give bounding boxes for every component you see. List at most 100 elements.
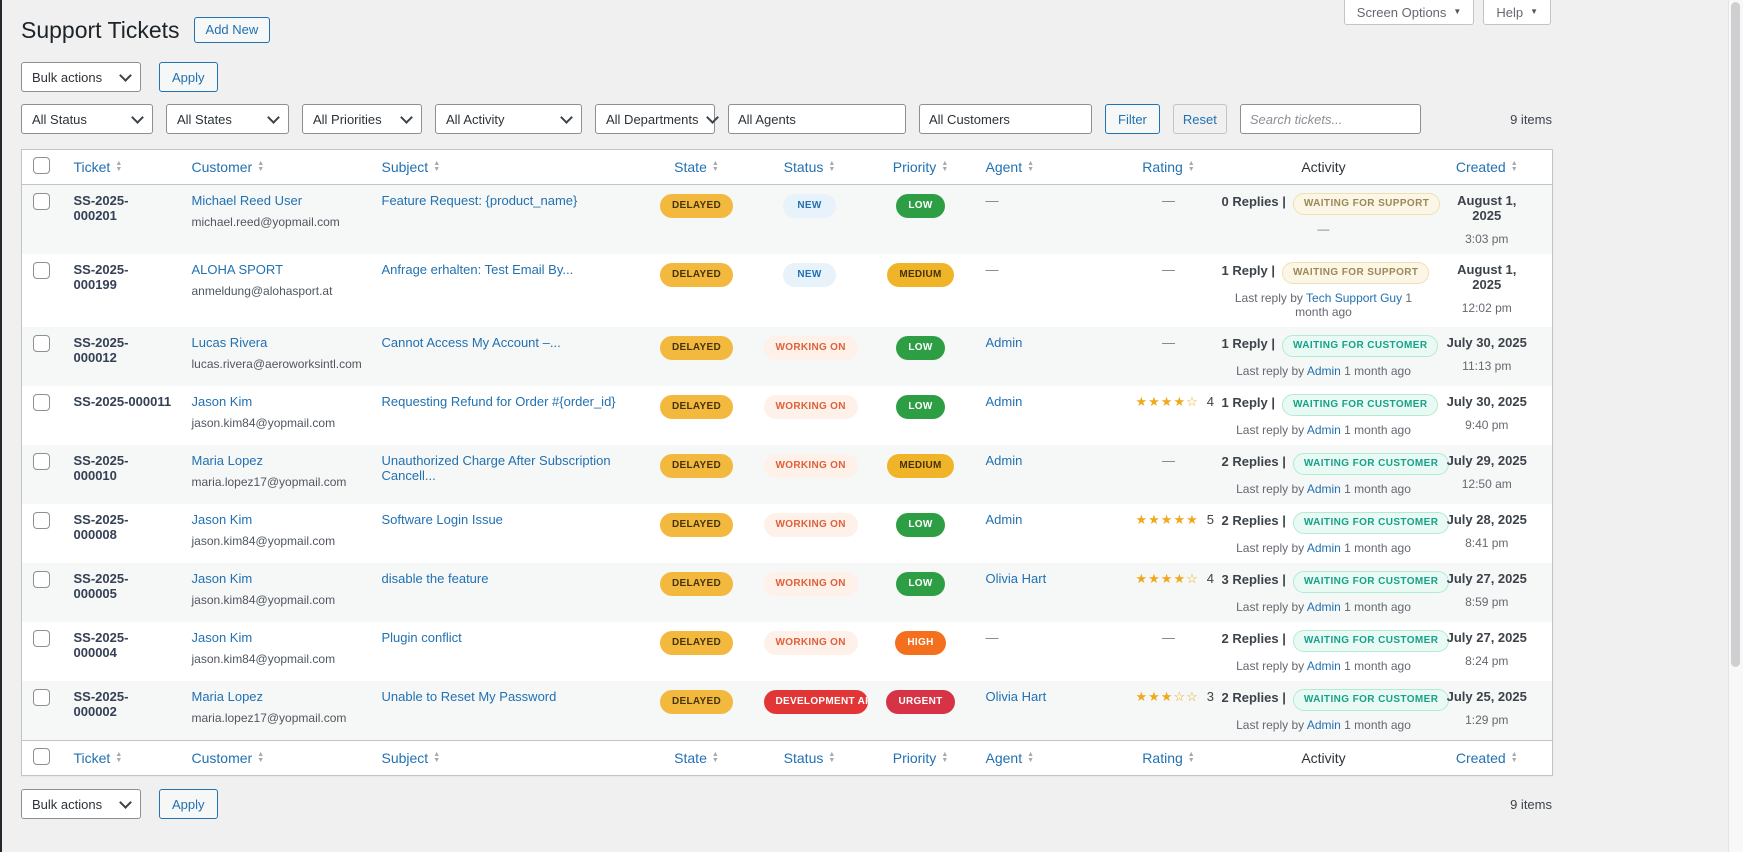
states-filter-select[interactable]: All States [166, 104, 289, 134]
ticket-id-link[interactable]: SS-2025-000005 [74, 571, 129, 601]
column-header-label-status[interactable]: Status ▲ ▼ [784, 750, 836, 766]
customer-name-link[interactable]: Maria Lopez [192, 689, 264, 704]
activity-filter-select[interactable]: All Activity [435, 104, 582, 134]
reset-button[interactable]: Reset [1172, 104, 1227, 134]
filter-button[interactable]: Filter [1105, 104, 1160, 134]
ticket-cell: SS-2025-000012 [64, 327, 182, 386]
agent-link[interactable]: Olivia Hart [986, 689, 1047, 704]
ticket-row: SS-2025-000004 Jason Kim jason.kim84@yopma… [21, 622, 1553, 681]
column-header-label-rating[interactable]: Rating ▲ ▼ [1142, 159, 1194, 175]
ticket-id-link[interactable]: SS-2025-000012 [74, 335, 129, 365]
column-header-label-state[interactable]: State ▲ ▼ [674, 159, 719, 175]
column-header-label-ticket[interactable]: Ticket ▲ ▼ [74, 159, 123, 175]
customer-name-link[interactable]: Maria Lopez [192, 453, 264, 468]
customer-name-link[interactable]: Jason Kim [192, 512, 253, 527]
select-all-checkbox[interactable] [33, 157, 50, 174]
priorities-filter-select[interactable]: All Priorities [302, 104, 422, 134]
row-checkbox[interactable] [33, 689, 50, 706]
add-new-button[interactable]: Add New [193, 16, 271, 44]
ticket-id-link[interactable]: SS-2025-000008 [74, 512, 129, 542]
chevron-down-icon [119, 68, 132, 82]
column-header-label-state[interactable]: State ▲ ▼ [674, 750, 719, 766]
column-header-label-subject[interactable]: Subject ▲ ▼ [382, 750, 441, 766]
bulk-actions-select-bottom[interactable]: Bulk actions [21, 789, 141, 819]
subject-link[interactable]: Feature Request: {product_name} [382, 193, 578, 208]
subject-link[interactable]: Unable to Reset My Password [382, 689, 557, 704]
customer-name-link[interactable]: Lucas Rivera [192, 335, 268, 350]
agent-link[interactable]: Admin [986, 394, 1023, 409]
star-rating-icon: ★★★★☆ [1135, 394, 1199, 409]
ticket-id-link[interactable]: SS-2025-000011 [74, 394, 172, 409]
ticket-id-link[interactable]: SS-2025-000002 [74, 689, 129, 719]
created-cell: July 28, 2025 8:41 pm [1436, 504, 1553, 563]
column-header-label-priority[interactable]: Priority ▲ ▼ [893, 750, 949, 766]
column-header-label-ticket[interactable]: Ticket ▲ ▼ [74, 750, 123, 766]
last-reply-prefix: Last reply by [1236, 718, 1307, 732]
column-header-label-agent[interactable]: Agent ▲ ▼ [986, 159, 1035, 175]
subject-link[interactable]: Unauthorized Charge After Subscription C… [382, 453, 611, 483]
row-checkbox[interactable] [33, 453, 50, 470]
subject-link[interactable]: Requesting Refund for Order #{order_id} [382, 394, 616, 409]
screen-options-button[interactable]: Screen Options ▼ [1343, 0, 1475, 25]
column-header-label-customer[interactable]: Customer ▲ ▼ [192, 159, 265, 175]
column-header-label-created[interactable]: Created ▲ ▼ [1456, 750, 1518, 766]
row-checkbox[interactable] [33, 394, 50, 411]
apply-button-bottom[interactable]: Apply [159, 789, 218, 819]
row-checkbox[interactable] [33, 335, 50, 352]
help-button[interactable]: Help ▼ [1483, 0, 1551, 25]
scrollbar-thumb[interactable] [1731, 2, 1740, 667]
column-header-label-agent[interactable]: Agent ▲ ▼ [986, 750, 1035, 766]
bulk-actions-select-top[interactable]: Bulk actions [21, 62, 141, 92]
column-label: Subject [381, 750, 429, 766]
last-reply-author-link[interactable]: Admin [1307, 423, 1341, 437]
sort-icon: ▲ ▼ [115, 751, 122, 764]
row-checkbox[interactable] [33, 630, 50, 647]
column-header-label-subject[interactable]: Subject ▲ ▼ [382, 159, 441, 175]
agent-link[interactable]: Admin [986, 335, 1023, 350]
column-header-label-customer[interactable]: Customer ▲ ▼ [192, 750, 265, 766]
customers-filter-input[interactable] [919, 104, 1092, 134]
last-reply-author-link[interactable]: Admin [1307, 364, 1341, 378]
last-reply-author-link[interactable]: Admin [1307, 659, 1341, 673]
ticket-id-link[interactable]: SS-2025-000010 [74, 453, 129, 483]
column-header-label-created[interactable]: Created ▲ ▼ [1456, 159, 1518, 175]
departments-filter-select[interactable]: All Departments [595, 104, 720, 134]
ticket-id-link[interactable]: SS-2025-000201 [74, 193, 129, 223]
subject-link[interactable]: Software Login Issue [382, 512, 503, 527]
select-all-checkbox[interactable] [33, 748, 50, 765]
customer-name-link[interactable]: ALOHA SPORT [192, 262, 284, 277]
subject-link[interactable]: disable the feature [382, 571, 489, 586]
agent-link[interactable]: Admin [986, 453, 1023, 468]
customer-name-link[interactable]: Jason Kim [192, 394, 253, 409]
ticket-id-link[interactable]: SS-2025-000199 [74, 262, 129, 292]
agent-link[interactable]: Admin [986, 512, 1023, 527]
search-tickets-input[interactable] [1239, 104, 1421, 134]
status-badge: DEVELOPMENT ARE [763, 690, 868, 714]
agent-link[interactable]: Olivia Hart [986, 571, 1047, 586]
row-checkbox[interactable] [33, 571, 50, 588]
apply-button-top[interactable]: Apply [159, 62, 218, 92]
agents-filter-input[interactable] [728, 104, 906, 134]
subject-link[interactable]: Plugin conflict [382, 630, 462, 645]
last-reply-prefix: Last reply by [1234, 291, 1307, 305]
status-filter-select[interactable]: All Status [21, 104, 153, 134]
column-header-label-rating[interactable]: Rating ▲ ▼ [1142, 750, 1194, 766]
row-checkbox[interactable] [33, 193, 50, 210]
empty-rating: — [1162, 630, 1175, 645]
row-checkbox[interactable] [33, 512, 50, 529]
vertical-scrollbar[interactable] [1728, 0, 1743, 852]
subject-link[interactable]: Anfrage erhalten: Test Email By... [382, 262, 574, 277]
subject-link[interactable]: Cannot Access My Account –... [382, 335, 561, 350]
last-reply-author-link[interactable]: Admin [1307, 600, 1341, 614]
last-reply-author-link[interactable]: Admin [1307, 718, 1341, 732]
column-header-label-status[interactable]: Status ▲ ▼ [784, 159, 836, 175]
column-header-label-priority[interactable]: Priority ▲ ▼ [893, 159, 949, 175]
last-reply-author-link[interactable]: Admin [1307, 541, 1341, 555]
last-reply-author-link[interactable]: Tech Support Guy [1306, 291, 1402, 305]
ticket-id-link[interactable]: SS-2025-000004 [74, 630, 129, 660]
customer-name-link[interactable]: Michael Reed User [192, 193, 303, 208]
customer-name-link[interactable]: Jason Kim [192, 630, 253, 645]
row-checkbox[interactable] [33, 262, 50, 279]
customer-name-link[interactable]: Jason Kim [192, 571, 253, 586]
last-reply-author-link[interactable]: Admin [1307, 482, 1341, 496]
